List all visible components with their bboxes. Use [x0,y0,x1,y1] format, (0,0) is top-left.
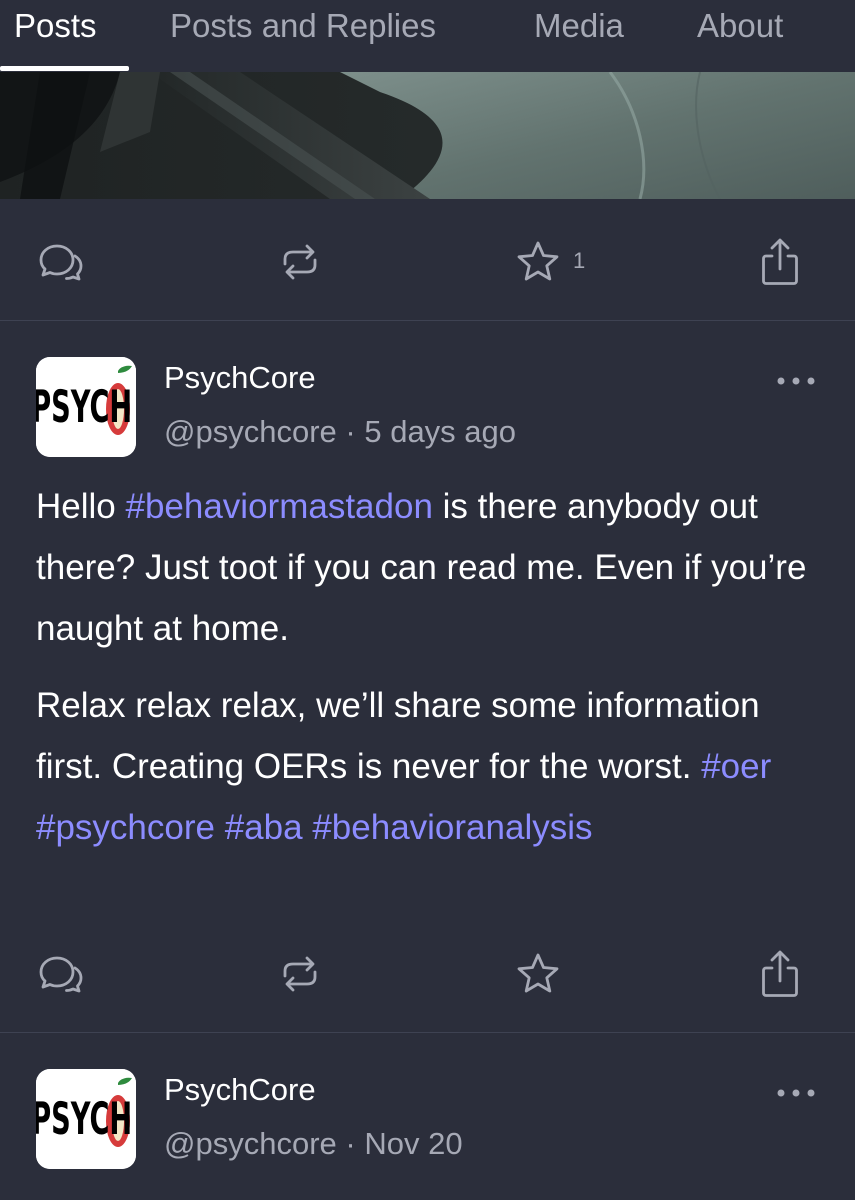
more-icon [777,1089,815,1097]
post-actions-bar: 1 [0,232,855,292]
hashtag-link[interactable]: #psychcore [36,808,215,847]
meta-separator: · [345,414,356,449]
star-icon [517,953,559,993]
post-text [303,808,313,847]
active-tab-indicator [0,66,129,71]
post-text [215,808,225,847]
reply-button[interactable] [31,944,91,1004]
tab-about[interactable]: About [697,6,783,46]
share-button[interactable] [750,944,810,1004]
display-name[interactable]: PsychCore [164,1072,316,1108]
reply-icon [39,956,83,993]
post-text: Relax relax relax, we’ll share some info… [36,686,760,786]
media-photo [0,72,855,199]
psychcore-logo-icon: PSYCH [36,1069,136,1169]
post-divider [0,1032,855,1033]
share-icon [762,238,798,285]
post-content: Hello #behaviormastadon is there anybody… [36,476,826,858]
favourite-button[interactable] [508,944,568,1004]
boost-button[interactable] [270,944,330,1004]
more-icon [777,377,815,385]
boost-icon [283,956,317,992]
profile-tab-bar: Posts Posts and Replies Media About [0,0,855,72]
avatar[interactable]: PSYCH [36,357,136,457]
star-icon [517,241,559,281]
account-handle[interactable]: @psychcore [164,1126,337,1161]
post-timestamp[interactable]: 5 days ago [364,414,516,449]
favourite-button[interactable] [508,232,568,292]
post-meta: @psychcore · 5 days ago [164,414,516,450]
hashtag-link[interactable]: #oer [701,747,771,786]
post-paragraph: Relax relax relax, we’ll share some info… [36,675,826,858]
tab-posts[interactable]: Posts [14,6,97,46]
boost-icon [283,244,317,280]
hashtag-link[interactable]: #aba [225,808,303,847]
share-button[interactable] [750,232,810,292]
post-divider [0,320,855,321]
favourite-count: 1 [573,248,586,273]
post-timestamp[interactable]: Nov 20 [364,1126,462,1161]
hashtag-link[interactable]: #behavioranalysis [312,808,592,847]
post-media-image[interactable] [0,72,855,199]
avatar[interactable]: PSYCH [36,1069,136,1169]
meta-separator: · [345,1126,356,1161]
hashtag-link[interactable]: #behaviormastadon [125,487,432,526]
more-options-button[interactable] [776,1085,820,1101]
tab-media[interactable]: Media [534,6,624,46]
display-name[interactable]: PsychCore [164,360,316,396]
more-options-button[interactable] [776,373,820,389]
post-text: Hello [36,487,126,526]
boost-button[interactable] [270,232,330,292]
svg-text:PSYCH: PSYCH [36,1093,132,1145]
reply-icon [39,244,83,281]
post-paragraph: Hello #behaviormastadon is there anybody… [36,476,826,659]
share-icon [762,950,798,997]
reply-button[interactable] [31,232,91,292]
tab-posts-and-replies[interactable]: Posts and Replies [170,6,436,46]
post-meta: @psychcore · Nov 20 [164,1126,463,1162]
psychcore-logo-icon: PSYCH [36,357,136,457]
account-handle[interactable]: @psychcore [164,414,337,449]
svg-text:PSYCH: PSYCH [36,381,132,433]
post-actions-bar [0,944,855,1004]
